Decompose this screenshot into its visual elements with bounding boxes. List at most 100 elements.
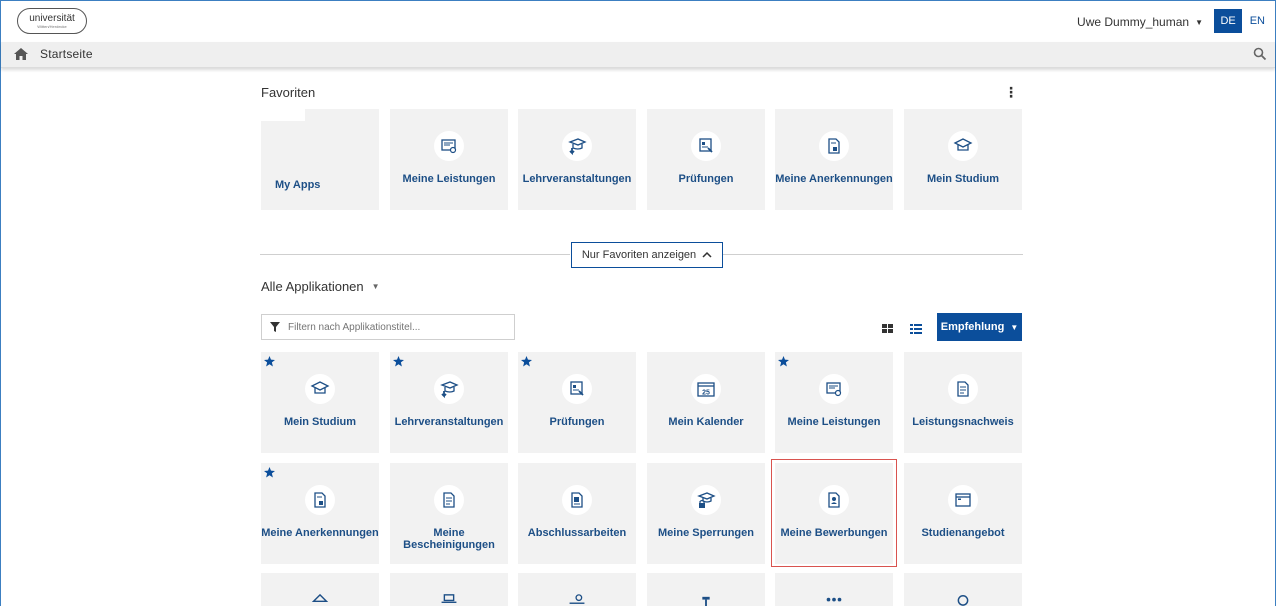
- tile-label: Studienangebot: [921, 527, 1005, 539]
- app-tile-pruefungen[interactable]: Prüfungen: [518, 352, 636, 453]
- app-tile-row3-3[interactable]: [518, 573, 636, 606]
- document-icon: [562, 485, 592, 515]
- tile-label: Meine Sperrungen: [658, 527, 754, 539]
- tile-label: Meine Leistungen: [787, 416, 881, 428]
- app-tile-abschlussarbeiten[interactable]: Abschlussarbeiten: [518, 463, 636, 564]
- app-tile-meine-sperrungen[interactable]: Meine Sperrungen: [647, 463, 765, 564]
- favorite-tile-my-apps[interactable]: My Apps: [261, 109, 379, 210]
- logo-text: universität: [29, 12, 75, 24]
- tile-label: Prüfungen: [549, 416, 605, 428]
- tile-label: Mein Kalender: [668, 416, 744, 428]
- app-tile-lehrveranstaltungen[interactable]: Lehrveranstaltungen: [390, 352, 508, 453]
- star-icon[interactable]: [521, 356, 532, 367]
- magnifier-icon: [957, 595, 969, 606]
- caret-down-icon: ▼: [371, 282, 380, 291]
- favorite-tile-meine-anerkennungen[interactable]: Meine Anerkennungen: [775, 109, 893, 210]
- app-tile-meine-leistungen[interactable]: Meine Leistungen: [775, 352, 893, 453]
- tile-label: Mein Studium: [283, 416, 357, 428]
- certificate-icon: [819, 374, 849, 404]
- filter-icon: [270, 322, 280, 332]
- tile-label: Leistungsnachweis: [912, 416, 1014, 428]
- document-icon: [434, 485, 464, 515]
- people-icon: [569, 594, 585, 604]
- app-tile-row3-4[interactable]: [647, 573, 765, 606]
- window-icon: [948, 485, 978, 515]
- favorites-title: Favoriten: [261, 85, 316, 100]
- tile-label: Mein Studium: [926, 173, 1000, 185]
- document-icon: [819, 131, 849, 161]
- exam-icon: [562, 374, 592, 404]
- tile-label: Meine Anerkennungen: [261, 527, 379, 539]
- exam-icon: [691, 131, 721, 161]
- tile-label: My Apps: [275, 179, 321, 191]
- podium-icon: [702, 596, 710, 606]
- logo-subtext: Witten/Herdecke: [37, 23, 67, 29]
- tile-notch: [261, 109, 305, 121]
- list-view-icon[interactable]: [910, 323, 922, 335]
- all-apps-dropdown[interactable]: Alle Applikationen ▼: [261, 279, 380, 294]
- filter-field: [261, 314, 515, 340]
- tile-label: Meine Leistungen: [402, 173, 496, 185]
- star-icon[interactable]: [264, 467, 275, 478]
- calendar-day: 25: [702, 390, 710, 397]
- house-icon: [311, 593, 329, 603]
- certificate-icon: [434, 131, 464, 161]
- grid-view-icon[interactable]: [882, 323, 894, 335]
- more-options-icon[interactable]: ⋮: [1004, 84, 1018, 101]
- app-tile-mein-studium[interactable]: Mein Studium: [261, 352, 379, 453]
- app-tile-meine-anerkennungen[interactable]: Meine Anerkennungen: [261, 463, 379, 564]
- lang-en-button[interactable]: EN: [1248, 10, 1267, 32]
- calendar-icon: 25: [691, 374, 721, 404]
- home-icon[interactable]: [13, 46, 29, 62]
- filter-input[interactable]: [288, 321, 488, 333]
- university-logo[interactable]: universität Witten/Herdecke: [17, 7, 87, 35]
- app-tile-row3-1[interactable]: [261, 573, 379, 606]
- app-tile-meine-bescheinigungen[interactable]: Meine Bescheinigungen: [390, 463, 508, 564]
- favorite-tile-pruefungen[interactable]: Prüfungen: [647, 109, 765, 210]
- breadcrumb-home[interactable]: Startseite: [40, 47, 93, 61]
- language-switcher: DE EN: [1214, 9, 1267, 33]
- recommendation-dropdown[interactable]: Empfehlung ▼: [937, 313, 1022, 341]
- selection-highlight: [771, 459, 897, 567]
- app-tile-row3-5[interactable]: [775, 573, 893, 606]
- divider-right: [723, 254, 1023, 255]
- divider-left: [260, 254, 570, 255]
- star-icon[interactable]: [264, 356, 275, 367]
- tile-label: Lehrveranstaltungen: [522, 173, 632, 185]
- graduation-download-icon: [562, 131, 592, 161]
- caret-down-icon: ▼: [1195, 17, 1203, 27]
- breadcrumb: Startseite: [1, 42, 1275, 68]
- graduation-cap-icon: [948, 131, 978, 161]
- tile-label: Abschlussarbeiten: [527, 527, 627, 539]
- lang-de-button[interactable]: DE: [1214, 9, 1242, 33]
- tile-label: Meine Anerkennungen: [775, 173, 893, 185]
- all-apps-title: Alle Applikationen: [261, 279, 364, 294]
- recommendation-label: Empfehlung: [940, 321, 1005, 333]
- tile-label: Lehrveranstaltungen: [394, 416, 504, 428]
- app-tile-mein-kalender[interactable]: 25 Mein Kalender: [647, 352, 765, 453]
- search-icon[interactable]: [1253, 47, 1267, 61]
- graduation-lock-icon: [691, 485, 721, 515]
- star-icon[interactable]: [393, 356, 404, 367]
- tile-label: Meine Bescheinigungen: [403, 527, 495, 551]
- document-icon: [305, 485, 335, 515]
- caret-down-icon: ▼: [1010, 322, 1019, 332]
- chevron-up-icon: [702, 251, 712, 258]
- printer-icon: [441, 594, 457, 603]
- top-bar: universität Witten/Herdecke Uwe Dummy_hu…: [1, 0, 1275, 42]
- favorite-tile-lehrveranstaltungen[interactable]: Lehrveranstaltungen: [518, 109, 636, 210]
- favorite-tile-mein-studium[interactable]: Mein Studium: [904, 109, 1022, 210]
- app-tile-row3-6[interactable]: [904, 573, 1022, 606]
- favorites-toggle-button[interactable]: Nur Favoriten anzeigen: [571, 242, 723, 268]
- user-menu[interactable]: Uwe Dummy_human ▼: [1077, 15, 1203, 29]
- favorites-toggle-label: Nur Favoriten anzeigen: [581, 249, 697, 261]
- star-icon[interactable]: [778, 356, 789, 367]
- app-tile-studienangebot[interactable]: Studienangebot: [904, 463, 1022, 564]
- document-icon: [948, 374, 978, 404]
- user-name: Uwe Dummy_human: [1077, 15, 1190, 29]
- favorite-tile-meine-leistungen[interactable]: Meine Leistungen: [390, 109, 508, 210]
- graduation-download-icon: [434, 374, 464, 404]
- app-tile-leistungsnachweis[interactable]: Leistungsnachweis: [904, 352, 1022, 453]
- graduation-cap-icon: [305, 374, 335, 404]
- app-tile-row3-2[interactable]: [390, 573, 508, 606]
